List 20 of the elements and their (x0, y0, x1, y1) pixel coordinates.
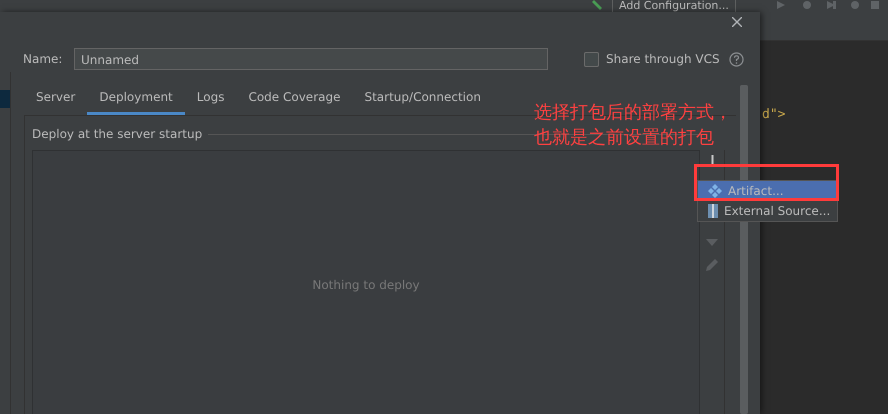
close-icon[interactable] (732, 17, 742, 27)
tab[interactable]: Code Coverage (236, 86, 352, 115)
annotation-text: 也就是之前设置的打包 (534, 126, 715, 150)
archive-icon (708, 204, 718, 218)
annotation-text: 选择打包后的部署方式， (534, 101, 732, 125)
tab[interactable]: Startup/Connection (352, 86, 493, 115)
tab[interactable]: Deployment (87, 86, 185, 115)
section-title: Deploy at the server startup (32, 127, 202, 141)
name-field[interactable]: Unnamed (74, 48, 548, 70)
diamond-icon (708, 184, 722, 198)
help-icon[interactable] (728, 52, 744, 66)
empty-message: Nothing to deploy (312, 278, 420, 292)
code-text: d"> (762, 107, 786, 122)
checkbox[interactable] (584, 52, 599, 66)
tab[interactable]: Logs (184, 86, 236, 115)
list-selection (0, 90, 10, 108)
checkbox-label: Share through VCS (606, 52, 720, 66)
name-label: Name: (23, 52, 64, 66)
tab[interactable]: Server (24, 86, 88, 115)
menu-item[interactable]: External Source... (698, 201, 837, 221)
